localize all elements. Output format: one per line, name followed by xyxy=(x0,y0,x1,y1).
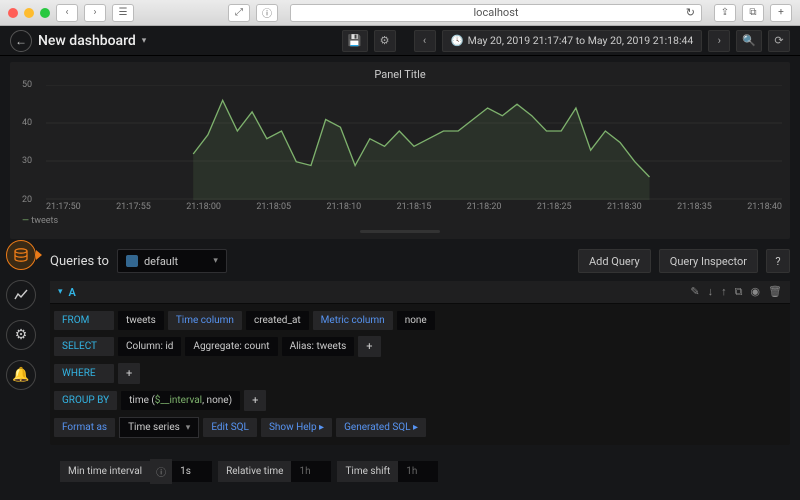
tabs-icon[interactable]: ⧉ xyxy=(742,4,764,22)
title-dropdown-icon[interactable]: ▾ xyxy=(142,36,147,46)
where-add[interactable]: + xyxy=(118,363,140,384)
delete-icon[interactable]: 🗑 xyxy=(768,285,782,299)
min-interval-label: Min time interval xyxy=(60,461,150,482)
move-up-icon[interactable]: ↑ xyxy=(721,285,727,299)
time-shift-input[interactable]: 1h xyxy=(398,461,438,482)
legend-line-icon: — xyxy=(22,216,29,226)
select-add[interactable]: + xyxy=(358,336,380,357)
query-row-a: ▾ A ✎ ↓ ↑ ⧉ ◉ 🗑 FROM tweets Ti xyxy=(50,281,790,445)
groupby-time[interactable]: time ($__interval, none) xyxy=(121,391,240,410)
time-forward[interactable]: › xyxy=(708,30,730,52)
panel-title[interactable]: Panel Title xyxy=(18,66,782,83)
legend-series-name: tweets xyxy=(31,216,58,226)
select-keyword: SELECT xyxy=(54,337,114,356)
flex-icon[interactable]: ⤢ xyxy=(228,4,250,22)
app-toolbar: ← New dashboard ▾ 💾 ⚙ ‹ 🕓 May 20, 2019 2… xyxy=(0,26,800,56)
query-options: Min time interval ⓘ 1s Relative time 1h … xyxy=(60,459,780,484)
sidebar-toggle[interactable]: ☰ xyxy=(112,4,134,22)
query-inspector-button[interactable]: Query Inspector xyxy=(659,249,758,273)
select-alias[interactable]: Alias: tweets xyxy=(282,337,355,356)
min-interval-input[interactable]: 1s xyxy=(172,461,212,482)
time-column-label[interactable]: Time column xyxy=(168,311,242,330)
time-back[interactable]: ‹ xyxy=(414,30,436,52)
clock-icon: 🕓 xyxy=(451,34,464,47)
relative-time-input[interactable]: 1h xyxy=(291,461,331,482)
close-window[interactable] xyxy=(8,8,18,18)
refresh-button[interactable]: ⟳ xyxy=(768,30,790,52)
info-icon[interactable]: ⓘ xyxy=(150,459,172,484)
add-query-button[interactable]: Add Query xyxy=(578,249,651,273)
new-tab[interactable]: + xyxy=(770,4,792,22)
collapse-icon[interactable]: ▾ xyxy=(58,287,63,297)
time-column-value[interactable]: created_at xyxy=(246,311,309,330)
time-shift-option: Time shift 1h xyxy=(337,459,438,484)
toggle-visibility-icon[interactable]: ◉ xyxy=(750,285,760,299)
from-table[interactable]: tweets xyxy=(118,311,164,330)
edit-icon[interactable]: ✎ xyxy=(690,285,699,299)
metric-column-value[interactable]: none xyxy=(397,311,435,330)
where-clause: WHERE + xyxy=(54,360,790,387)
from-keyword: FROM xyxy=(54,311,114,330)
x-axis-labels: 21:17:5021:17:5521:18:0021:18:0521:18:10… xyxy=(46,202,782,212)
panel-scroll-indicator[interactable] xyxy=(360,230,440,233)
panel-edit-tabs: ⚙ 🔔 xyxy=(6,240,36,390)
generated-sql-button[interactable]: Generated SQL ▸ xyxy=(336,418,426,437)
min-interval-option: Min time interval ⓘ 1s xyxy=(60,459,212,484)
address-bar[interactable]: localhost ↻ xyxy=(290,4,702,22)
chart-area[interactable]: 50 40 30 20 xyxy=(46,85,782,200)
where-keyword: WHERE xyxy=(54,364,114,383)
help-button[interactable]: ? xyxy=(766,249,790,273)
minimize-window[interactable] xyxy=(24,8,34,18)
settings-button[interactable]: ⚙ xyxy=(374,30,396,52)
nav-forward[interactable]: › xyxy=(84,4,106,22)
maximize-window[interactable] xyxy=(40,8,50,18)
tab-visualization[interactable] xyxy=(6,280,36,310)
back-button[interactable]: ← xyxy=(10,30,32,52)
groupby-add[interactable]: + xyxy=(244,390,266,411)
select-aggregate[interactable]: Aggregate: count xyxy=(185,337,277,356)
relative-time-option: Relative time 1h xyxy=(218,459,331,484)
save-button[interactable]: 💾 xyxy=(342,30,368,52)
time-range-text: May 20, 2019 21:17:47 to May 20, 2019 21… xyxy=(468,34,694,47)
datasource-select[interactable]: default ▾ xyxy=(117,249,227,273)
share-icon[interactable]: ⇪ xyxy=(714,4,736,22)
format-as-label: Format as xyxy=(54,418,115,437)
line-chart xyxy=(46,85,782,200)
reader-icon[interactable]: ⓘ xyxy=(256,4,278,22)
groupby-clause: GROUP BY time ($__interval, none) + xyxy=(54,387,790,414)
show-help-button[interactable]: Show Help ▸ xyxy=(261,418,332,437)
queries-to-label: Queries to xyxy=(50,254,109,269)
time-range-picker[interactable]: 🕓 May 20, 2019 21:17:47 to May 20, 2019 … xyxy=(442,30,703,52)
zoom-out[interactable]: 🔍 xyxy=(736,30,762,52)
window-controls xyxy=(8,8,50,18)
select-clause: SELECT Column: id Aggregate: count Alias… xyxy=(54,333,790,360)
query-letter[interactable]: A xyxy=(69,286,76,299)
query-editor: Queries to default ▾ Add Query Query Ins… xyxy=(50,249,790,484)
tab-alert[interactable]: 🔔 xyxy=(6,360,36,390)
chevron-down-icon: ▾ xyxy=(213,256,218,266)
metric-column-label[interactable]: Metric column xyxy=(313,311,393,330)
time-shift-label: Time shift xyxy=(337,461,398,482)
format-row: Format as Time series▾ Edit SQL Show Hel… xyxy=(54,414,790,441)
datasource-name: default xyxy=(144,255,178,268)
format-select[interactable]: Time series▾ xyxy=(119,417,199,438)
from-clause: FROM tweets Time column created_at Metri… xyxy=(54,308,790,333)
edit-sql-button[interactable]: Edit SQL xyxy=(203,418,257,437)
select-column[interactable]: Column: id xyxy=(118,337,181,356)
chart-panel: Panel Title 50 40 30 20 21:17:5021:17:55… xyxy=(10,62,790,239)
reload-icon[interactable]: ↻ xyxy=(686,6,695,19)
chart-legend[interactable]: — tweets xyxy=(22,216,782,226)
tab-queries[interactable] xyxy=(6,240,36,270)
relative-time-label: Relative time xyxy=(218,461,291,482)
dashboard-title[interactable]: New dashboard xyxy=(38,33,136,49)
tab-general[interactable]: ⚙ xyxy=(6,320,36,350)
url-text: localhost xyxy=(474,6,519,19)
move-down-icon[interactable]: ↓ xyxy=(708,285,714,299)
datasource-logo-icon xyxy=(126,255,138,267)
duplicate-icon[interactable]: ⧉ xyxy=(735,285,743,299)
groupby-keyword: GROUP BY xyxy=(54,391,117,410)
browser-toolbar: ‹ › ☰ ⤢ ⓘ localhost ↻ ⇪ ⧉ + xyxy=(0,0,800,26)
nav-back[interactable]: ‹ xyxy=(56,4,78,22)
